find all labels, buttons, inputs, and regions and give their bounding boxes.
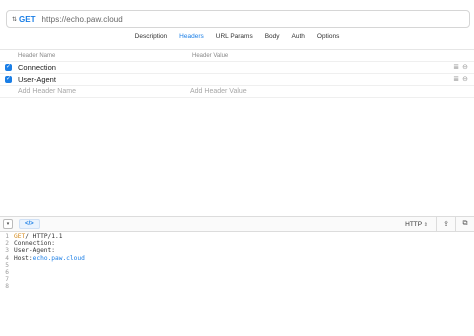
line-number: 8	[5, 283, 9, 291]
add-header-value-input[interactable]: Add Header Value	[190, 88, 247, 95]
tab-auth[interactable]: Auth	[286, 33, 311, 45]
line-number: 7	[5, 276, 9, 284]
tab-url-params[interactable]: URL Params	[210, 33, 259, 45]
code-line: 3 User-Agent:	[0, 247, 474, 254]
code-line: 1 GET / HTTP/1.1	[0, 233, 474, 240]
updown-arrows-icon: ⇅	[12, 16, 18, 23]
tab-headers[interactable]: Headers	[173, 33, 210, 45]
copy-icon[interactable]: ⧉	[456, 220, 474, 228]
row-actions: ≣ ⊖	[453, 75, 468, 83]
tab-description[interactable]: Description	[129, 33, 174, 45]
format-select[interactable]: HTTP ⇕	[405, 221, 428, 228]
method-selector[interactable]: ⇅ GET	[7, 15, 35, 24]
code-line: 8	[0, 283, 474, 290]
preview-toolbar: ▾ </> HTTP ⇕ ⇪ ⧉	[0, 216, 474, 232]
updown-chevron-icon: ⇕	[423, 221, 428, 228]
request-tabs: Description Headers URL Params Body Auth…	[0, 33, 474, 45]
edit-icon[interactable]: ≣	[453, 75, 459, 83]
remove-icon[interactable]: ⊖	[462, 63, 468, 71]
format-label: HTTP	[405, 220, 422, 228]
code-line: 7	[0, 276, 474, 283]
add-header-name-input[interactable]: Add Header Name	[18, 88, 190, 95]
url-input[interactable]: https://echo.paw.cloud	[41, 15, 122, 24]
method-label: GET	[19, 14, 36, 24]
col-header-name: Header Name	[18, 52, 56, 59]
table-row: ✓ Connection ≣ ⊖	[0, 61, 474, 73]
code-line: 2 Connection:	[0, 240, 474, 247]
add-header-row: Add Header Name Add Header Value	[0, 85, 474, 98]
line-number: 3	[5, 247, 9, 255]
remove-icon[interactable]: ⊖	[462, 75, 468, 83]
code-line: 5	[0, 262, 474, 269]
code-view-icon[interactable]: </>	[19, 219, 40, 229]
headers-table-head: Header Name Header Value	[0, 50, 474, 61]
header-name-field[interactable]: User-Agent	[18, 75, 188, 84]
line-number: 6	[5, 269, 9, 277]
code-host: echo.paw.cloud	[32, 254, 85, 262]
col-header-value: Header Value	[192, 52, 229, 59]
line-number: 2	[5, 240, 9, 248]
line-number: 5	[5, 261, 9, 269]
tab-options[interactable]: Options	[311, 33, 345, 45]
header-enabled-checkbox[interactable]: ✓	[5, 76, 12, 83]
line-number: 4	[5, 254, 9, 262]
code-text: Host:	[14, 254, 33, 262]
headers-table: Header Name Header Value ✓ Connection ≣ …	[0, 49, 474, 98]
code-line: 4 Host: echo.paw.cloud	[0, 255, 474, 262]
collapse-icon[interactable]: ▾	[3, 219, 13, 229]
code-text: Connection:	[14, 240, 55, 248]
code-text: User-Agent:	[14, 247, 55, 255]
code-method: GET	[14, 233, 26, 240]
code-line: 6	[0, 269, 474, 276]
header-name-field[interactable]: Connection	[18, 63, 188, 72]
line-number: 1	[5, 233, 9, 240]
code-text: / HTTP/1.1	[25, 233, 63, 240]
share-icon[interactable]: ⇪	[437, 220, 455, 228]
row-actions: ≣ ⊖	[453, 63, 468, 71]
table-row: ✓ User-Agent ≣ ⊖	[0, 73, 474, 85]
edit-icon[interactable]: ≣	[453, 63, 459, 71]
http-preview: 1 GET / HTTP/1.1 2 Connection: 3 User-Ag…	[0, 233, 474, 291]
tab-body[interactable]: Body	[259, 33, 286, 45]
header-enabled-checkbox[interactable]: ✓	[5, 64, 12, 71]
url-bar[interactable]: ⇅ GET https://echo.paw.cloud	[6, 10, 470, 28]
